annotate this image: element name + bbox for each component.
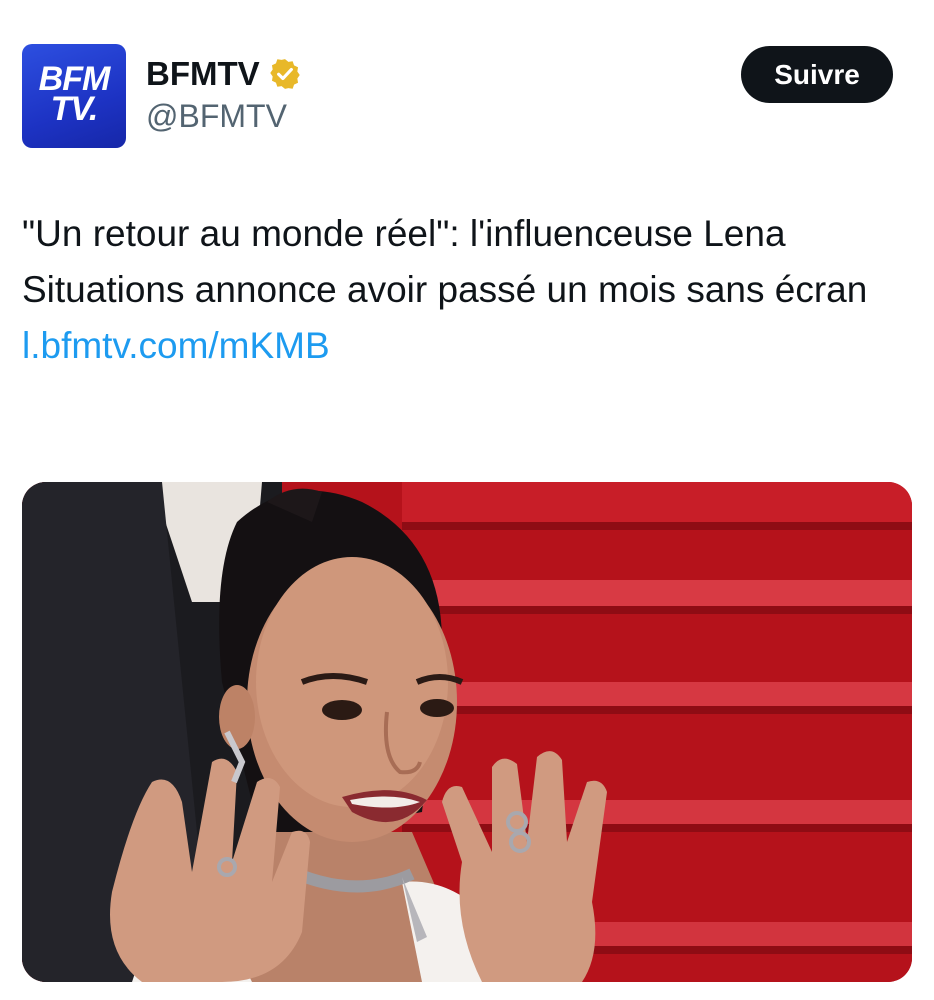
tweet-header: BFM TV. BFMTV @BFMTV Suivre xyxy=(0,0,934,160)
display-name[interactable]: BFMTV xyxy=(146,55,260,93)
name-row: BFMTV xyxy=(146,54,302,94)
verified-badge-icon[interactable] xyxy=(268,57,302,91)
bfmtv-avatar[interactable]: BFM TV. xyxy=(22,44,126,148)
tweet-text: "Un retour au monde réel": l'influenceus… xyxy=(22,213,868,310)
follow-button[interactable]: Suivre xyxy=(741,46,893,103)
tweet-body: "Un retour au monde réel": l'influenceus… xyxy=(22,206,902,374)
media-photo-illustration xyxy=(22,482,912,982)
user-handle[interactable]: @BFMTV xyxy=(146,98,287,135)
tweet-media-image[interactable] xyxy=(22,482,912,982)
tweet-link[interactable]: l.bfmtv.com/mKMB xyxy=(22,318,902,374)
avatar-logo-text: BFM TV. xyxy=(38,60,111,128)
